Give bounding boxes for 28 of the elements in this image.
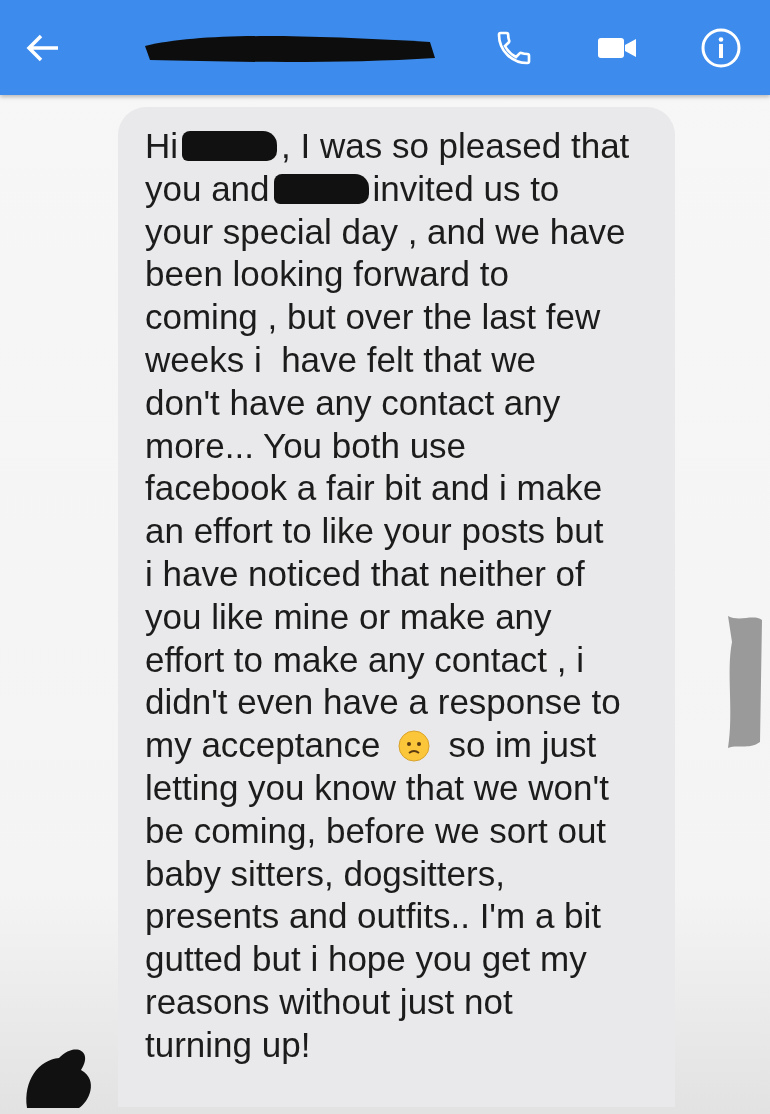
message-text: so im just	[448, 724, 597, 767]
message-text: be coming, before we sort out	[145, 809, 607, 852]
message-text: invited us to	[372, 167, 560, 210]
back-icon[interactable]	[26, 32, 60, 63]
message-text: your special day , and we have	[145, 210, 626, 253]
frowning-face-icon	[398, 729, 431, 762]
message-text: you and	[145, 167, 270, 210]
message-text: facebook a fair bit and i make	[145, 467, 603, 510]
message-text: baby sitters, dogsitters,	[145, 852, 505, 895]
message-text: my acceptance	[145, 724, 381, 767]
message-text: gutted but i hope you get my	[145, 938, 587, 981]
message-text: letting you know that we won't	[145, 766, 609, 809]
message-text: don't have any contact any	[145, 381, 561, 424]
message-text: didn't even have a response to	[145, 681, 621, 724]
message-text: effort to make any contact , i	[145, 638, 585, 681]
message-text: Hi	[145, 125, 179, 167]
info-icon[interactable]	[700, 26, 742, 69]
message-text: , I was so pleased that	[281, 125, 630, 167]
message-text: presents and outfits.. I'm a bit	[145, 895, 602, 938]
message-text: i have noticed that neither of	[145, 552, 585, 595]
message-text: reasons without just not	[145, 980, 513, 1023]
message-text: more... You both use	[145, 424, 467, 467]
message-text: coming , but over the last few	[145, 296, 601, 339]
message-text: turning up!	[145, 1023, 311, 1066]
message-text: an effort to like your posts but	[145, 510, 604, 553]
message-text: weeks i have felt that we	[145, 339, 537, 381]
message-text: been looking forward to	[145, 253, 509, 296]
message-text: you like mine or make any	[145, 595, 552, 638]
